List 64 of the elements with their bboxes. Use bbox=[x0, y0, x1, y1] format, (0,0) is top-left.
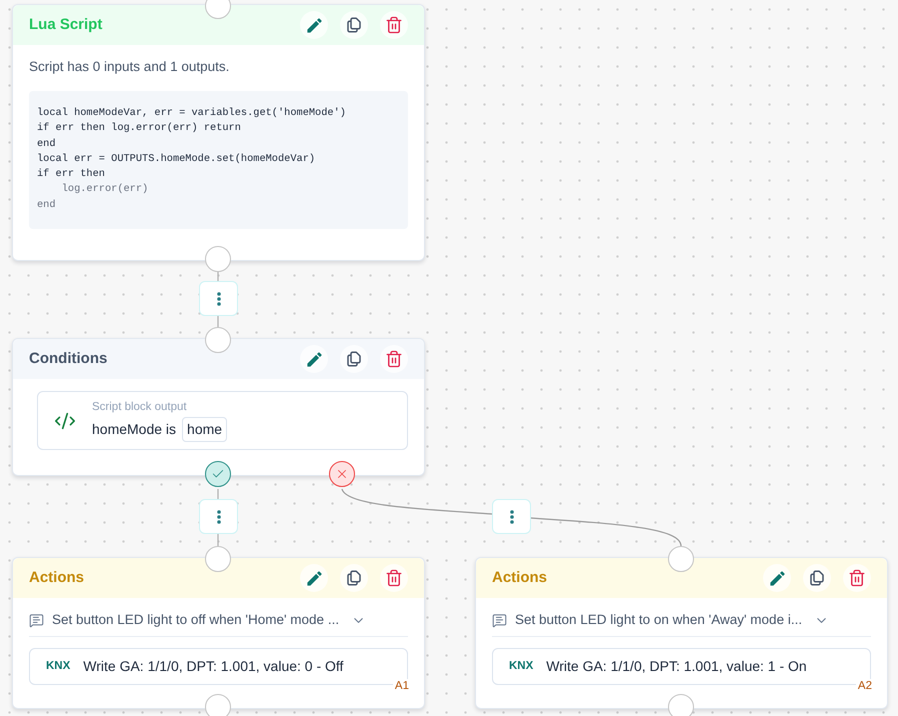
connector-line bbox=[217, 316, 219, 327]
code-line: local err = OUTPUTS.homeMode.set(homeModeVar) bbox=[37, 152, 316, 167]
delete-button[interactable] bbox=[380, 11, 408, 39]
value-tag: home bbox=[182, 416, 228, 442]
edit-button[interactable] bbox=[763, 564, 791, 592]
trash-icon bbox=[385, 350, 403, 368]
connection-handle[interactable] bbox=[205, 246, 231, 272]
description-toggle[interactable]: Set button LED light to on when 'Away' mode i... bbox=[492, 609, 830, 631]
connector-line bbox=[217, 489, 219, 499]
delete-button[interactable] bbox=[380, 564, 408, 592]
pencil-icon bbox=[304, 16, 324, 34]
code-line: log.error(err) bbox=[60, 182, 150, 198]
edit-button[interactable] bbox=[300, 11, 328, 39]
delete-button[interactable] bbox=[843, 564, 871, 592]
copy-icon bbox=[345, 350, 363, 368]
connector-line bbox=[217, 534, 219, 546]
pencil-icon bbox=[304, 350, 324, 368]
condition-source: Script block output bbox=[92, 400, 188, 414]
code-line: if err then bbox=[37, 167, 106, 182]
condition-item[interactable]: Script block output homeMode is home bbox=[37, 391, 408, 450]
node-title: Actions bbox=[492, 568, 548, 588]
code-line: end bbox=[37, 136, 57, 152]
code-line: end bbox=[37, 198, 57, 213]
script-summary: Script has 0 inputs and 1 outputs. bbox=[28, 58, 230, 76]
connection-handle[interactable] bbox=[205, 546, 231, 572]
code-line: local homeModeVar, err = variables.get('homeMode') bbox=[37, 106, 347, 121]
close-handle[interactable] bbox=[329, 461, 355, 487]
more-icon bbox=[216, 510, 220, 524]
action-text: Write GA: 1/1/0, DPT: 1.001, value: 0 - Off bbox=[83, 657, 344, 676]
duplicate-button[interactable] bbox=[340, 345, 368, 373]
close-icon bbox=[335, 467, 349, 481]
copy-icon bbox=[345, 569, 363, 587]
check-handle[interactable] bbox=[205, 461, 231, 487]
duplicate-button[interactable] bbox=[340, 11, 368, 39]
connection-handle[interactable] bbox=[668, 546, 694, 572]
edit-button[interactable] bbox=[300, 345, 328, 373]
pencil-icon bbox=[768, 568, 786, 588]
duplicate-button[interactable] bbox=[803, 564, 831, 592]
comment-icon bbox=[492, 612, 507, 628]
node-title: Lua Script bbox=[29, 14, 102, 35]
trash-icon bbox=[385, 569, 403, 587]
pencil-icon bbox=[304, 568, 324, 588]
code-line: if err then log.error(err) return bbox=[37, 121, 242, 136]
copy-icon bbox=[345, 16, 363, 34]
action-text: Write GA: 1/1/0, DPT: 1.001, value: 1 - On bbox=[546, 657, 807, 676]
connection-handle[interactable] bbox=[205, 694, 231, 716]
protocol-label: KNX bbox=[509, 658, 534, 674]
trash-icon bbox=[848, 569, 866, 587]
more-icon bbox=[216, 292, 220, 306]
more-icon bbox=[510, 510, 514, 524]
node-title: Actions bbox=[29, 568, 84, 588]
trash-icon bbox=[385, 16, 403, 34]
edit-button[interactable] bbox=[300, 564, 328, 592]
condition-text: homeMode is bbox=[92, 420, 176, 438]
connection-handle[interactable] bbox=[668, 694, 694, 716]
delete-button[interactable] bbox=[380, 345, 408, 373]
connector-line bbox=[217, 271, 219, 281]
connection-handle[interactable] bbox=[205, 327, 231, 353]
duplicate-button[interactable] bbox=[340, 564, 368, 592]
protocol-label: KNX bbox=[46, 658, 70, 674]
copy-icon bbox=[808, 569, 826, 587]
node-title: Conditions bbox=[29, 348, 108, 369]
description-toggle[interactable]: Set button LED light to off when 'Home' mode ... bbox=[29, 609, 366, 631]
comment-icon bbox=[29, 612, 44, 628]
